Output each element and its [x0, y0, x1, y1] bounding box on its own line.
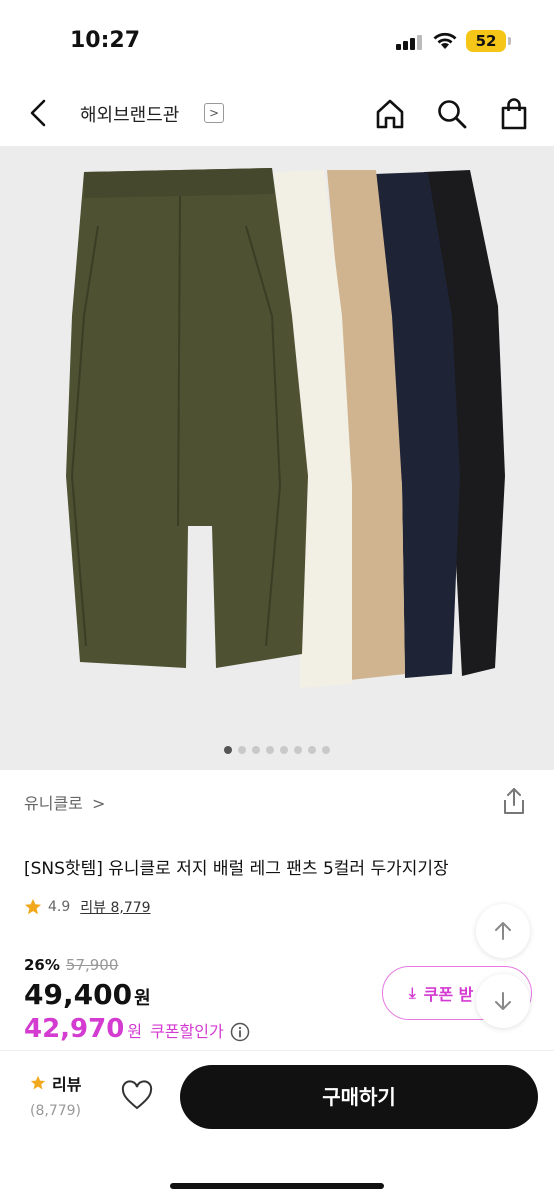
- price-unit: 원: [134, 988, 151, 1009]
- star-icon: [24, 898, 42, 915]
- review-summary[interactable]: 리뷰 (8,779): [30, 1071, 81, 1119]
- brand-row: 유니클로 >: [0, 780, 554, 824]
- arrow-up-icon: [495, 922, 511, 940]
- carousel-dot[interactable]: [224, 746, 232, 754]
- carousel-dot[interactable]: [266, 746, 274, 754]
- download-icon: ⤓: [409, 984, 416, 1002]
- rating-row: 4.9 리뷰 8,779: [24, 896, 151, 918]
- coupon-price-unit: 원: [127, 1022, 143, 1041]
- arrow-down-icon: [495, 992, 511, 1010]
- carousel-dots[interactable]: [224, 746, 330, 756]
- carousel-dot[interactable]: [252, 746, 260, 754]
- search-icon[interactable]: [434, 96, 470, 132]
- status-time: 10:27: [70, 28, 141, 53]
- brand-link[interactable]: 유니클로 >: [24, 790, 105, 814]
- carousel-dot[interactable]: [308, 746, 316, 754]
- battery-tip: [508, 37, 511, 45]
- brand-name[interactable]: 유니클로: [24, 794, 83, 813]
- carousel-dot[interactable]: [294, 746, 302, 754]
- home-icon[interactable]: [372, 96, 408, 132]
- coupon-button-label: 쿠폰 받: [423, 985, 474, 1004]
- wifi-icon: [433, 32, 457, 49]
- back-icon[interactable]: [24, 96, 54, 130]
- carousel-dot[interactable]: [322, 746, 330, 754]
- review-summary-label: 리뷰: [52, 1075, 82, 1094]
- review-summary-top: 리뷰: [30, 1071, 81, 1095]
- price-row: 49,400 원: [24, 978, 151, 1011]
- carousel-dot[interactable]: [238, 746, 246, 754]
- buy-button[interactable]: 구매하기: [180, 1065, 538, 1129]
- scroll-down-button[interactable]: [476, 974, 530, 1028]
- star-icon: [30, 1075, 46, 1090]
- pants-illustration: [66, 168, 505, 688]
- bottom-bar: 리뷰 (8,779) 구매하기: [0, 1050, 554, 1200]
- heart-icon[interactable]: [120, 1079, 154, 1113]
- scroll-up-button[interactable]: [476, 904, 530, 958]
- status-bar: 10:27 52: [0, 0, 554, 80]
- coupon-price-value: 42,970: [24, 1014, 125, 1044]
- info-icon[interactable]: [230, 1022, 250, 1042]
- discount-rate: 26%: [24, 956, 60, 974]
- product-image[interactable]: [0, 146, 554, 770]
- price-value: 49,400: [24, 978, 133, 1011]
- nav-bar: 해외브랜드관 >: [0, 82, 554, 146]
- coupon-price-label: 쿠폰할인가: [150, 1022, 224, 1041]
- coupon-price-row: 42,970 원 쿠폰할인가: [24, 1014, 250, 1044]
- discount-row: 26% 57,900: [24, 956, 118, 974]
- signal-icon: [396, 34, 424, 50]
- carousel-dot[interactable]: [280, 746, 288, 754]
- chevron-right-icon[interactable]: >: [204, 103, 224, 123]
- chevron-right-icon[interactable]: >: [92, 794, 105, 813]
- share-icon[interactable]: [500, 786, 528, 816]
- review-link[interactable]: 리뷰 8,779: [80, 897, 150, 917]
- nav-title[interactable]: 해외브랜드관: [80, 101, 179, 127]
- product-title: [SNS핫템] 유니클로 저지 배럴 레그 팬츠 5컬러 두가지기장: [24, 859, 449, 879]
- original-price: 57,900: [65, 956, 119, 974]
- rating-score: 4.9: [48, 899, 71, 915]
- home-indicator: [170, 1183, 384, 1189]
- battery-icon: 52: [466, 30, 506, 52]
- shopping-bag-icon[interactable]: [496, 96, 532, 132]
- review-count: (8,779): [30, 1103, 82, 1119]
